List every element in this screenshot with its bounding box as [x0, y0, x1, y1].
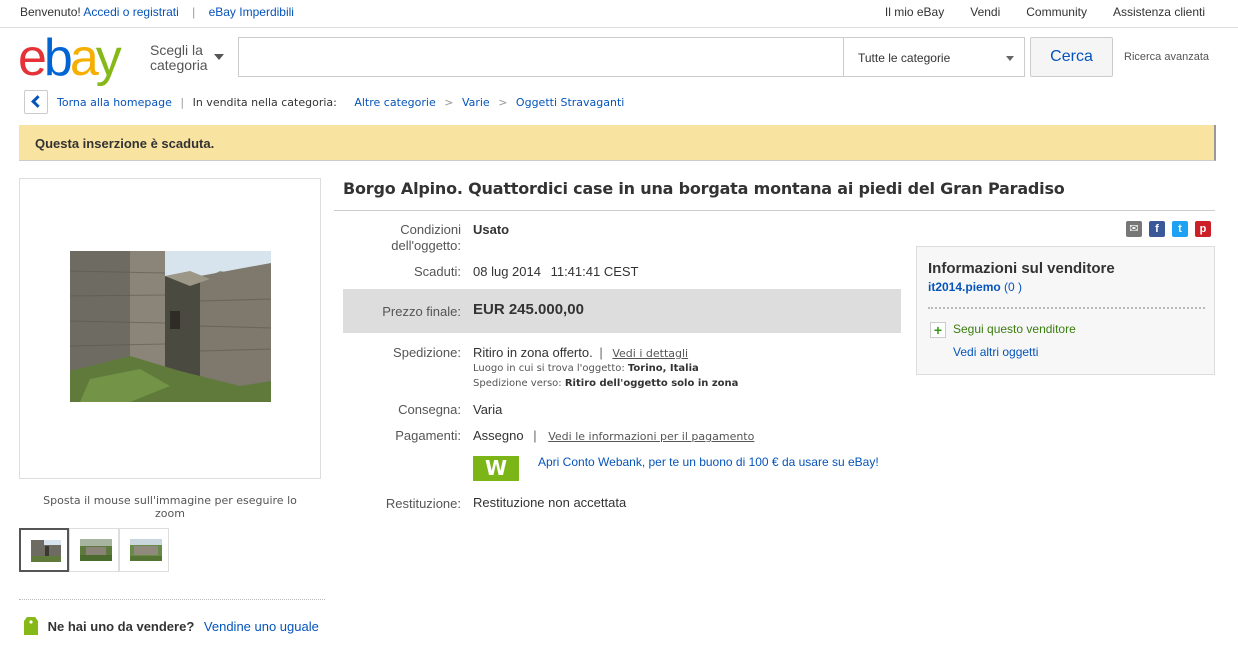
breadcrumb-item[interactable]: Varie: [462, 96, 490, 109]
ebay-logo[interactable]: ebay: [18, 29, 122, 87]
top-bar-right: Il mio eBay Vendi Community Assistenza c…: [859, 5, 1205, 19]
help-link[interactable]: Assistenza clienti: [1113, 5, 1205, 19]
payment-info-link[interactable]: Vedi le informazioni per il pagamento: [548, 430, 754, 443]
sell-link[interactable]: Vendi: [970, 5, 1000, 19]
shipping-text: Ritiro in zona offerto.: [473, 345, 593, 360]
pinterest-icon[interactable]: p: [1195, 221, 1211, 237]
zoom-hint: Sposta il mouse sull'immagine per esegui…: [43, 494, 297, 520]
advanced-search-link[interactable]: Ricerca avanzata: [1124, 51, 1209, 63]
in-category-label: In vendita nella categoria:: [192, 96, 337, 109]
logo-letter: b: [43, 29, 73, 87]
thumbnail-strip: [19, 528, 169, 572]
listing-ended-alert: Questa inserzione è scaduta.: [19, 125, 1216, 161]
back-to-home-link[interactable]: Torna alla homepage: [57, 96, 172, 109]
share-icons: ✉ f t p: [1126, 221, 1211, 237]
payment-label: Pagamenti:: [395, 428, 461, 443]
twitter-icon[interactable]: t: [1172, 221, 1188, 237]
back-button[interactable]: [24, 90, 48, 114]
final-price: EUR 245.000,00: [473, 301, 584, 318]
signin-link[interactable]: Accedi o registrati: [83, 5, 178, 19]
follow-seller-link[interactable]: Segui questo venditore: [953, 322, 1076, 336]
my-ebay-link[interactable]: Il mio eBay: [885, 5, 944, 19]
delivery-label: Consegna:: [398, 402, 461, 417]
webank-logo[interactable]: W: [473, 456, 519, 481]
shop-by-label: Scegli la: [150, 42, 203, 58]
welcome-text: Benvenuto!: [20, 5, 81, 19]
shipping-value: Ritiro in zona offerto. | Vedi i dettagl…: [473, 345, 688, 362]
thumbnail[interactable]: [69, 528, 119, 572]
seller-heading: Informazioni sul venditore: [928, 260, 1115, 277]
item-location: Luogo in cui si trova l'oggetto: Torino,…: [473, 363, 699, 374]
shipping-label: Spedizione:: [393, 345, 461, 360]
ended-date: 08 lug 2014: [473, 264, 541, 279]
thumbnail[interactable]: [19, 528, 69, 572]
divider: [19, 599, 325, 600]
community-link[interactable]: Community: [1026, 5, 1087, 19]
breadcrumb-separator: >: [498, 96, 508, 109]
divider: [928, 307, 1205, 309]
label-line: Condizioni: [400, 222, 461, 237]
alert-text: Questa inserzione è scaduta.: [35, 136, 215, 151]
price-label: Prezzo finale:: [382, 304, 461, 319]
sell-similar: Ne hai uno da vendere? Vendine uno ugual…: [24, 617, 319, 635]
shop-by-category-button[interactable]: Scegli la categoria: [150, 42, 224, 73]
search-input[interactable]: [238, 37, 844, 77]
logo-letter: y: [95, 29, 122, 87]
payment-value: Assegno | Vedi le informazioni per il pa…: [473, 428, 754, 445]
breadcrumb-separator: >: [444, 96, 454, 109]
breadcrumb-separator: |: [180, 96, 185, 109]
sell-similar-link[interactable]: Vendine uno uguale: [204, 619, 319, 634]
see-other-items-link[interactable]: Vedi altri oggetti: [953, 345, 1038, 359]
label-line: dell'oggetto:: [391, 238, 461, 253]
breadcrumb-item[interactable]: Oggetti Stravaganti: [516, 96, 624, 109]
condition-label: Condizioni dell'oggetto:: [343, 222, 461, 254]
top-bar-separator: |: [192, 5, 196, 19]
sell-question: Ne hai uno da vendere?: [47, 619, 195, 634]
location-value: Torino, Italia: [627, 363, 699, 374]
chevron-left-icon: [31, 95, 44, 108]
main-image[interactable]: [70, 251, 271, 402]
location-label: Luogo in cui si trova l'oggetto:: [473, 363, 625, 374]
separator: |: [599, 345, 603, 360]
ships-to: Spedizione verso: Ritiro dell'oggetto so…: [473, 378, 738, 389]
delivery-value: Varia: [473, 402, 503, 417]
divider: [334, 210, 1215, 211]
ships-to-value: Ritiro dell'oggetto solo in zona: [564, 378, 739, 389]
breadcrumb-item[interactable]: Altre categorie: [354, 96, 435, 109]
thumbnail[interactable]: [119, 528, 169, 572]
ended-label: Scaduti:: [414, 264, 461, 279]
price-tag-icon: [24, 617, 38, 635]
seller-name-row: it2014.piemo (0 ): [928, 280, 1022, 294]
email-icon[interactable]: ✉: [1126, 221, 1142, 237]
breadcrumb: Torna alla homepage | In vendita nella c…: [57, 96, 624, 109]
item-title: Borgo Alpino. Quattordici case in una bo…: [343, 179, 1065, 198]
category-select-value: Tutte le categorie: [858, 51, 951, 65]
ships-to-label: Spedizione verso:: [473, 378, 562, 389]
top-bar: Benvenuto! Accedi o registrati | eBay Im…: [0, 0, 1238, 28]
condition-value: Usato: [473, 222, 510, 237]
seller-name-link[interactable]: it2014.piemo: [928, 280, 1001, 294]
webank-promo-link[interactable]: Apri Conto Webank, per te un buono di 10…: [538, 455, 888, 470]
plus-icon[interactable]: +: [930, 322, 946, 338]
search-button[interactable]: Cerca: [1030, 37, 1113, 77]
ended-time: 11:41:41 CEST: [550, 264, 639, 279]
top-bar-left: Benvenuto! Accedi o registrati | eBay Im…: [20, 5, 294, 19]
seller-feedback[interactable]: (0 ): [1004, 280, 1022, 294]
facebook-icon[interactable]: f: [1149, 221, 1165, 237]
logo-letter: e: [18, 29, 47, 87]
main-image-container[interactable]: [19, 178, 321, 479]
returns-label: Restituzione:: [385, 496, 461, 511]
logo-letter: a: [69, 29, 99, 87]
chevron-down-icon: [214, 54, 224, 60]
payment-method: Assegno: [473, 428, 524, 443]
deals-link[interactable]: eBay Imperdibili: [209, 5, 294, 19]
category-select[interactable]: Tutte le categorie: [843, 37, 1025, 77]
chevron-down-icon: [1006, 56, 1014, 61]
separator: |: [533, 428, 537, 443]
shop-by-label: categoria: [150, 57, 208, 73]
shipping-details-link[interactable]: Vedi i dettagli: [612, 347, 688, 360]
ended-value: 08 lug 2014 11:41:41 CEST: [473, 264, 639, 280]
returns-value: Restituzione non accettata: [473, 495, 627, 510]
seller-info-box: Informazioni sul venditore it2014.piemo …: [916, 246, 1215, 375]
